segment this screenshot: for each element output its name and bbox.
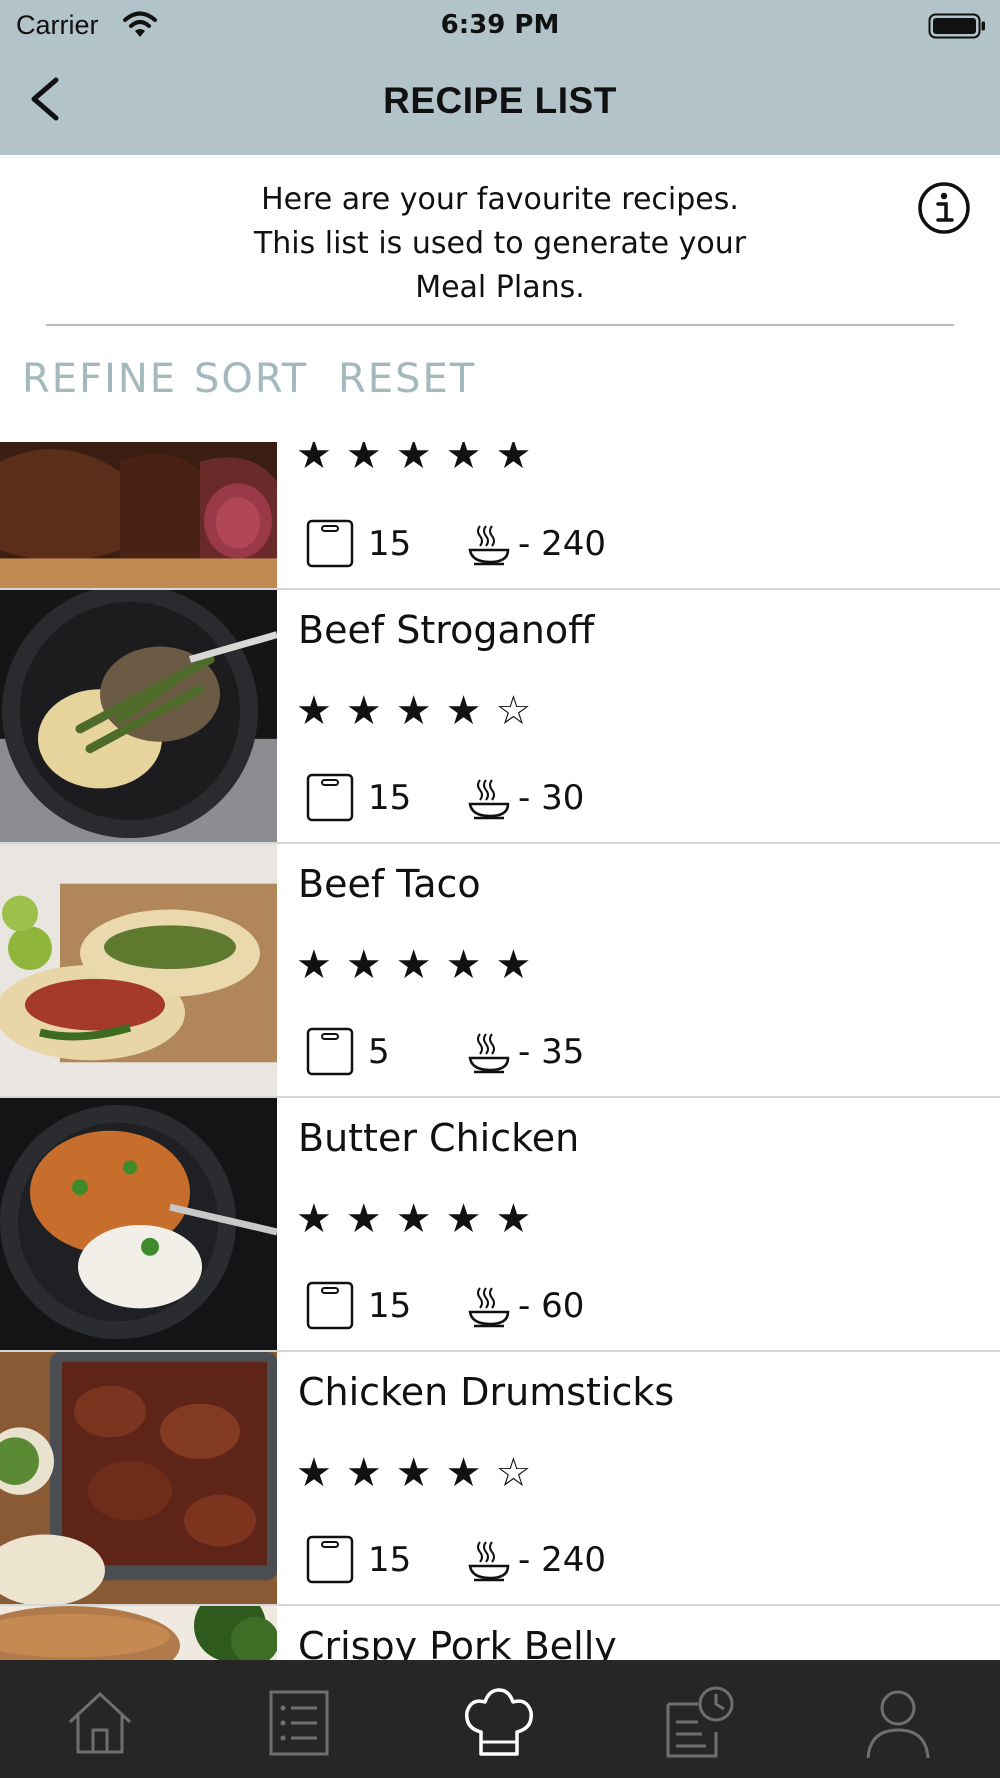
recipe-row[interactable]: Beef Stroganoff ★★★★☆ 15 - 30	[0, 590, 1000, 844]
intro-text: Here are your favourite recipes. This li…	[150, 178, 850, 310]
rating-stars: ★★★★☆	[296, 1451, 546, 1495]
intro-line-1: Here are your favourite recipes.	[261, 182, 739, 217]
list-icon	[269, 1690, 329, 1756]
recipe-row[interactable]: Beef Taco ★★★★★ 5 - 35	[0, 844, 1000, 1098]
prep-time: 15	[368, 1286, 412, 1326]
cook-time: - 35	[518, 1032, 585, 1072]
history-icon	[666, 1686, 734, 1758]
chef-hat-icon	[465, 1688, 533, 1756]
tab-history[interactable]	[658, 1682, 738, 1762]
recipe-times: 5 - 35	[306, 1026, 706, 1076]
cutting-board-icon	[306, 1027, 354, 1076]
profile-icon	[866, 1690, 930, 1759]
recipe-name: Butter Chicken	[298, 1116, 580, 1160]
recipe-thumbnail	[0, 590, 277, 842]
recipe-name: Beef Stroganoff	[298, 608, 595, 652]
recipe-thumbnail	[0, 1606, 277, 1660]
cutting-board-icon	[306, 1281, 354, 1330]
recipe-times: 15 - 240	[306, 1534, 706, 1584]
cook-time: - 60	[518, 1286, 585, 1326]
recipe-times: 15 - 240	[306, 518, 706, 568]
rating-stars: ★★★★★	[296, 943, 546, 987]
tab-list[interactable]	[259, 1682, 339, 1762]
tab-recipes[interactable]	[459, 1682, 539, 1762]
prep-time: 15	[368, 778, 412, 818]
tab-profile[interactable]	[858, 1682, 938, 1762]
status-bar: Carrier 6:39 PM	[0, 0, 1000, 52]
cooking-pot-icon	[468, 1287, 510, 1328]
intro-line-2: This list is used to generate your	[253, 226, 747, 261]
recipe-thumbnail	[0, 1098, 277, 1350]
info-icon[interactable]	[916, 180, 972, 236]
rating-stars: ★★★★☆	[296, 689, 546, 733]
prep-time: 5	[368, 1032, 390, 1072]
home-icon	[68, 1692, 132, 1754]
recipe-thumbnail	[0, 1352, 277, 1604]
battery-icon	[928, 13, 985, 39]
navigation-header: Carrier 6:39 PM RECIPE LIST	[0, 0, 1000, 155]
sort-button[interactable]: SORT	[194, 356, 308, 402]
tab-bar	[0, 1660, 1000, 1778]
recipe-thumbnail	[0, 844, 277, 1096]
cooking-pot-icon	[468, 1541, 510, 1582]
recipe-row[interactable]: Butter Chicken ★★★★★ 15 - 60	[0, 1098, 1000, 1352]
cutting-board-icon	[306, 519, 354, 568]
cooking-pot-icon	[468, 779, 510, 820]
recipe-thumbnail	[0, 442, 277, 588]
reset-button[interactable]: RESET	[338, 356, 476, 402]
cooking-pot-icon	[468, 1033, 510, 1074]
prep-time: 15	[368, 1540, 412, 1580]
intro-line-3: Meal Plans.	[415, 270, 585, 305]
recipe-times: 15 - 30	[306, 772, 706, 822]
intro-divider	[46, 324, 954, 326]
recipe-name: Chicken Drumsticks	[298, 1370, 675, 1414]
tab-home[interactable]	[60, 1682, 140, 1762]
cook-time: - 30	[518, 778, 585, 818]
recipe-row[interactable]: ★★★★★ 15 - 240	[0, 442, 1000, 590]
rating-stars: ★★★★★	[296, 1197, 546, 1241]
recipe-row[interactable]: Chicken Drumsticks ★★★★☆ 15 - 240	[0, 1352, 1000, 1606]
cutting-board-icon	[306, 773, 354, 822]
rating-stars: ★★★★★	[296, 442, 546, 477]
recipe-row[interactable]: Crispy Pork Belly	[0, 1606, 1000, 1660]
cooking-pot-icon	[468, 525, 510, 566]
cook-time: - 240	[518, 1540, 606, 1580]
recipe-name: Beef Taco	[298, 862, 481, 906]
prep-time: 15	[368, 524, 412, 564]
recipe-list[interactable]: ★★★★★ 15 - 240 Beef Stroganoff ★★★★☆ 15 …	[0, 442, 1000, 1660]
cutting-board-icon	[306, 1535, 354, 1584]
page-title: RECIPE LIST	[383, 80, 617, 121]
refine-button[interactable]: REFINE	[22, 356, 177, 402]
clock-label: 6:39 PM	[440, 10, 560, 40]
recipe-name: Crispy Pork Belly	[298, 1624, 617, 1660]
cook-time: - 240	[518, 524, 606, 564]
recipe-times: 15 - 60	[306, 1280, 706, 1330]
